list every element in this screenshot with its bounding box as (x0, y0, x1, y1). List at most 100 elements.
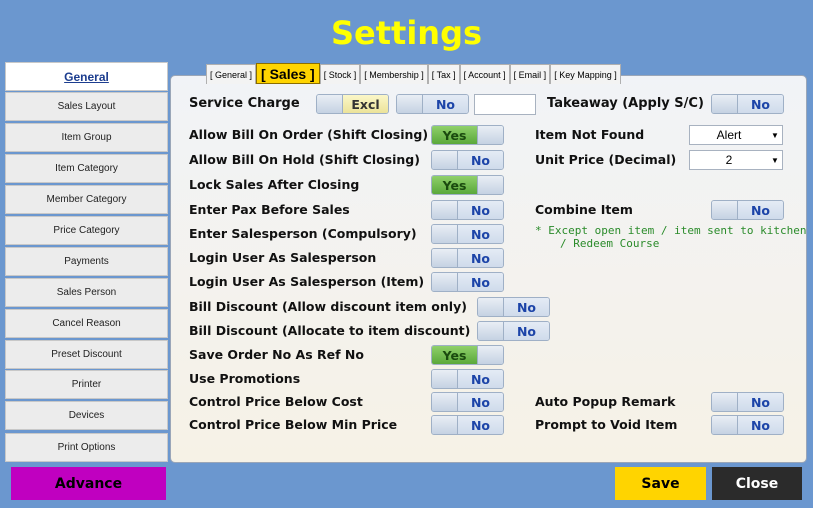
setting-label: Bill Discount (Allocate to item discount… (189, 323, 471, 338)
toggle-value: No (458, 393, 503, 411)
combine-item-note-line1: * Except open item / item sent to kitche… (535, 224, 807, 237)
setting-label: Login User As Salesperson (Item) (189, 274, 425, 289)
setting-label: Bill Discount (Allow discount item only) (189, 299, 467, 314)
toggle-knob (478, 322, 504, 340)
item-not-found-select[interactable]: Alert ▼ (689, 125, 783, 145)
toggle-knob (432, 416, 458, 434)
tab-tax[interactable]: [ Tax ] (427, 64, 460, 84)
tab-sales[interactable]: [ Sales ] (256, 63, 320, 84)
nav-item-devices[interactable]: Devices (5, 401, 168, 430)
nav-item-preset-discount[interactable]: Preset Discount (5, 340, 168, 369)
toggle-knob (397, 95, 423, 113)
tab-general[interactable]: [ General ] (206, 64, 257, 84)
tab-email[interactable]: [ Email ] (509, 64, 551, 84)
setting-label: Control Price Below Cost (189, 394, 363, 409)
takeaway-label: Takeaway (Apply S/C) (547, 96, 704, 111)
toggle-value: No (423, 95, 468, 113)
toggle-value: No (458, 225, 503, 243)
toggle-knob (478, 298, 504, 316)
control-price-below-min-toggle[interactable]: No (431, 415, 504, 435)
enter-pax-toggle[interactable]: No (431, 200, 504, 220)
nav-item-member-category[interactable]: Member Category (5, 185, 168, 214)
combine-item-label: Combine Item (535, 202, 633, 217)
chevron-down-icon: ▼ (771, 155, 779, 165)
use-promotions-toggle[interactable]: No (431, 369, 504, 389)
toggle-knob (477, 176, 503, 194)
toggle-knob (712, 201, 738, 219)
toggle-value: No (738, 416, 783, 434)
toggle-knob (477, 346, 503, 364)
close-button[interactable]: Close (712, 467, 802, 500)
toggle-value: No (458, 416, 503, 434)
combine-item-toggle[interactable]: No (711, 200, 784, 220)
toggle-value: No (458, 249, 503, 267)
select-value: 2 (725, 153, 733, 167)
nav-item-sales-layout[interactable]: Sales Layout (5, 92, 168, 121)
toggle-value: Yes (432, 176, 477, 194)
tab-account[interactable]: [ Account ] (459, 64, 510, 84)
bill-discount-allow-toggle[interactable]: No (477, 297, 550, 317)
nav-item-printer[interactable]: Printer (5, 370, 168, 399)
setting-label: Enter Salesperson (Compulsory) (189, 226, 417, 241)
save-button[interactable]: Save (615, 467, 706, 500)
nav-item-sales-person[interactable]: Sales Person (5, 278, 168, 307)
toggle-value: No (458, 273, 503, 291)
service-charge-label: Service Charge (189, 96, 300, 111)
toggle-knob (432, 225, 458, 243)
setting-label: Enter Pax Before Sales (189, 202, 350, 217)
allow-bill-on-order-toggle[interactable]: Yes (431, 125, 504, 145)
setting-label: Login User As Salesperson (189, 250, 377, 265)
toggle-value: No (504, 298, 549, 316)
tab-stock[interactable]: [ Stock ] (319, 64, 361, 84)
nav-item-general[interactable]: General (5, 62, 168, 91)
login-user-salesperson-item-toggle[interactable]: No (431, 272, 504, 292)
allow-bill-on-hold-toggle[interactable]: No (431, 150, 504, 170)
service-charge-input[interactable] (474, 94, 536, 115)
unit-price-select[interactable]: 2 ▼ (689, 150, 783, 170)
login-user-salesperson-toggle[interactable]: No (431, 248, 504, 268)
nav-item-cancel-reason[interactable]: Cancel Reason (5, 309, 168, 338)
setting-label: Lock Sales After Closing (189, 177, 360, 192)
chevron-down-icon: ▼ (771, 130, 779, 140)
nav-item-item-category[interactable]: Item Category (5, 154, 168, 183)
lock-sales-after-closing-toggle[interactable]: Yes (431, 175, 504, 195)
nav-item-price-category[interactable]: Price Category (5, 216, 168, 245)
setting-label: Control Price Below Min Price (189, 417, 398, 432)
service-charge-no-toggle[interactable]: No (396, 94, 469, 114)
advance-button[interactable]: Advance (11, 467, 166, 500)
toggle-knob (477, 126, 503, 144)
tab-key-mapping[interactable]: [ Key Mapping ] (550, 64, 621, 84)
prompt-void-toggle[interactable]: No (711, 415, 784, 435)
nav-item-item-group[interactable]: Item Group (5, 123, 168, 152)
toggle-knob (317, 95, 343, 113)
toggle-value: No (738, 201, 783, 219)
control-price-below-cost-toggle[interactable]: No (431, 392, 504, 412)
toggle-knob (432, 273, 458, 291)
item-not-found-label: Item Not Found (535, 127, 645, 142)
nav-item-payments[interactable]: Payments (5, 247, 168, 276)
takeaway-toggle[interactable]: No (711, 94, 784, 114)
toggle-knob (432, 393, 458, 411)
toggle-value: Yes (432, 126, 477, 144)
service-charge-excl-toggle[interactable]: Excl (316, 94, 389, 114)
save-order-no-toggle[interactable]: Yes (431, 345, 504, 365)
setting-label: Save Order No As Ref No (189, 347, 364, 362)
toggle-knob (432, 370, 458, 388)
nav-item-print-options[interactable]: Print Options (5, 433, 168, 462)
tab-bar: [ General ] [ Sales ] [ Stock ] [ Member… (206, 63, 621, 84)
toggle-knob (432, 151, 458, 169)
prompt-void-label: Prompt to Void Item (535, 417, 678, 432)
unit-price-label: Unit Price (Decimal) (535, 152, 677, 167)
auto-popup-remark-label: Auto Popup Remark (535, 394, 676, 409)
select-value: Alert (716, 128, 742, 142)
bill-discount-allocate-toggle[interactable]: No (477, 321, 550, 341)
enter-salesperson-toggle[interactable]: No (431, 224, 504, 244)
tab-membership[interactable]: [ Membership ] (360, 64, 428, 84)
auto-popup-remark-toggle[interactable]: No (711, 392, 784, 412)
setting-label: Use Promotions (189, 371, 301, 386)
setting-label: Allow Bill On Order (Shift Closing) (189, 127, 429, 142)
toggle-value: No (458, 370, 503, 388)
toggle-knob (712, 416, 738, 434)
toggle-value: No (738, 95, 783, 113)
toggle-value: No (504, 322, 549, 340)
